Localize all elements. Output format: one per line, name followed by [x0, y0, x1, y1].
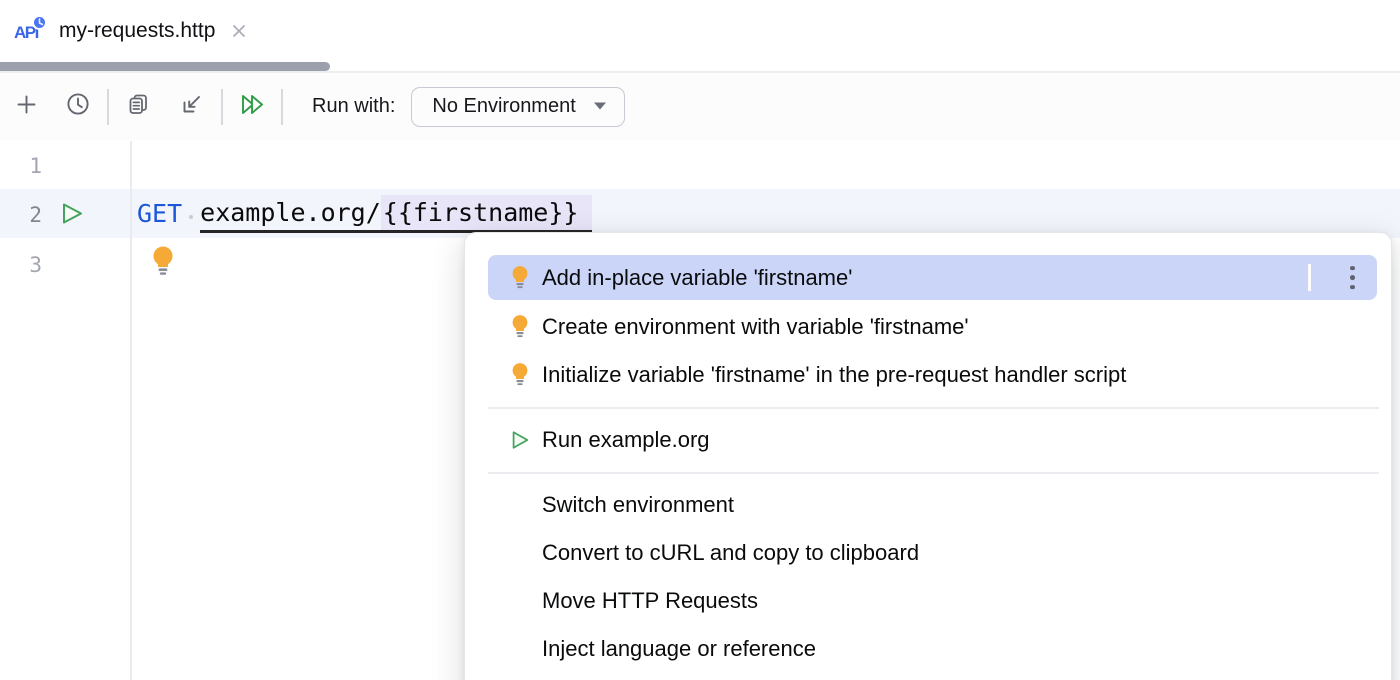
submenu-dots-icon[interactable] — [1350, 266, 1355, 290]
http-method: GET — [137, 199, 182, 228]
popup-item-initialize-variable[interactable]: Initialize variable 'firstname' in the p… — [465, 351, 1391, 399]
popup-item-label: Switch environment — [542, 492, 734, 518]
popup-separator — [488, 472, 1379, 474]
copy-request-button[interactable] — [118, 85, 158, 129]
tab-scrollbar-thumb[interactable] — [0, 62, 330, 71]
history-button[interactable] — [58, 85, 98, 129]
copy-icon — [125, 91, 151, 122]
tab-title: my-requests.http — [59, 19, 215, 43]
popup-item-move-http-requests[interactable]: Move HTTP Requests — [465, 577, 1391, 625]
intention-bulb-icon[interactable] — [149, 245, 177, 279]
line-number-1: 1 — [0, 141, 42, 191]
http-client-toolbar: Run with: No Environment — [0, 73, 1400, 140]
icon-placeholder — [509, 589, 531, 613]
environment-selector[interactable]: No Environment — [411, 87, 624, 127]
whitespace-dot — [189, 215, 193, 219]
request-url: example.org/ {{firstname}} — [200, 195, 592, 233]
import-arrow-icon — [179, 91, 205, 122]
plus-icon — [14, 92, 39, 122]
play-icon — [509, 428, 531, 452]
popup-item-label: Create environment with variable 'firstn… — [542, 314, 969, 340]
run-request-gutter-button[interactable] — [58, 200, 85, 227]
clock-icon — [65, 91, 91, 122]
popup-item-inject-language[interactable]: Inject language or reference — [465, 625, 1391, 673]
http-request-file-icon: API — [14, 16, 46, 46]
lightbulb-icon — [509, 315, 531, 339]
lightbulb-icon — [509, 266, 531, 290]
close-icon[interactable] — [228, 20, 250, 42]
toolbar-separator — [281, 89, 283, 125]
add-request-button[interactable] — [6, 85, 46, 129]
tab-bar: API my-requests.http — [0, 0, 1400, 62]
popup-item-label: Initialize variable 'firstname' in the p… — [542, 362, 1126, 388]
popup-separator — [488, 407, 1379, 409]
popup-item-label: Run example.org — [542, 427, 710, 453]
icon-placeholder — [509, 541, 531, 565]
ide-window: API my-requests.http — [0, 0, 1400, 680]
environment-value: No Environment — [432, 95, 575, 118]
popup-item-convert-to-curl[interactable]: Convert to cURL and copy to clipboard — [465, 529, 1391, 577]
clock-badge-icon — [32, 15, 47, 30]
url-text: example.org/ — [200, 198, 381, 227]
intention-popup: Add in-place variable 'firstname' Create… — [464, 232, 1392, 680]
request-line: GET example.org/ {{firstname}} — [137, 189, 592, 238]
url-variable: {{firstname}} — [381, 195, 593, 230]
line-number-2: 2 — [0, 190, 42, 240]
popup-item-label: Inject language or reference — [542, 636, 816, 662]
popup-item-label: Add in-place variable 'firstname' — [542, 265, 852, 291]
line-number-3: 3 — [0, 240, 42, 290]
popup-item-label: Convert to cURL and copy to clipboard — [542, 540, 919, 566]
popup-item-add-in-place-variable[interactable]: Add in-place variable 'firstname' — [488, 255, 1377, 300]
import-request-button[interactable] — [172, 85, 212, 129]
toolbar-separator — [221, 89, 223, 125]
popup-item-switch-environment[interactable]: Switch environment — [465, 481, 1391, 529]
run-all-button[interactable] — [232, 85, 272, 129]
popup-item-label: Move HTTP Requests — [542, 588, 758, 614]
toolbar-separator — [107, 89, 109, 125]
run-all-icon — [238, 91, 267, 123]
submenu-divider — [1308, 264, 1311, 291]
gutter-divider — [130, 141, 132, 680]
lightbulb-icon — [509, 363, 531, 387]
popup-item-run-example-org[interactable]: Run example.org — [465, 416, 1391, 464]
icon-placeholder — [509, 493, 531, 517]
icon-placeholder — [509, 637, 531, 661]
run-with-label: Run with: — [312, 95, 395, 118]
popup-item-create-environment[interactable]: Create environment with variable 'firstn… — [465, 303, 1391, 351]
tab-my-requests[interactable]: API my-requests.http — [0, 0, 272, 62]
chevron-down-icon — [592, 98, 608, 116]
